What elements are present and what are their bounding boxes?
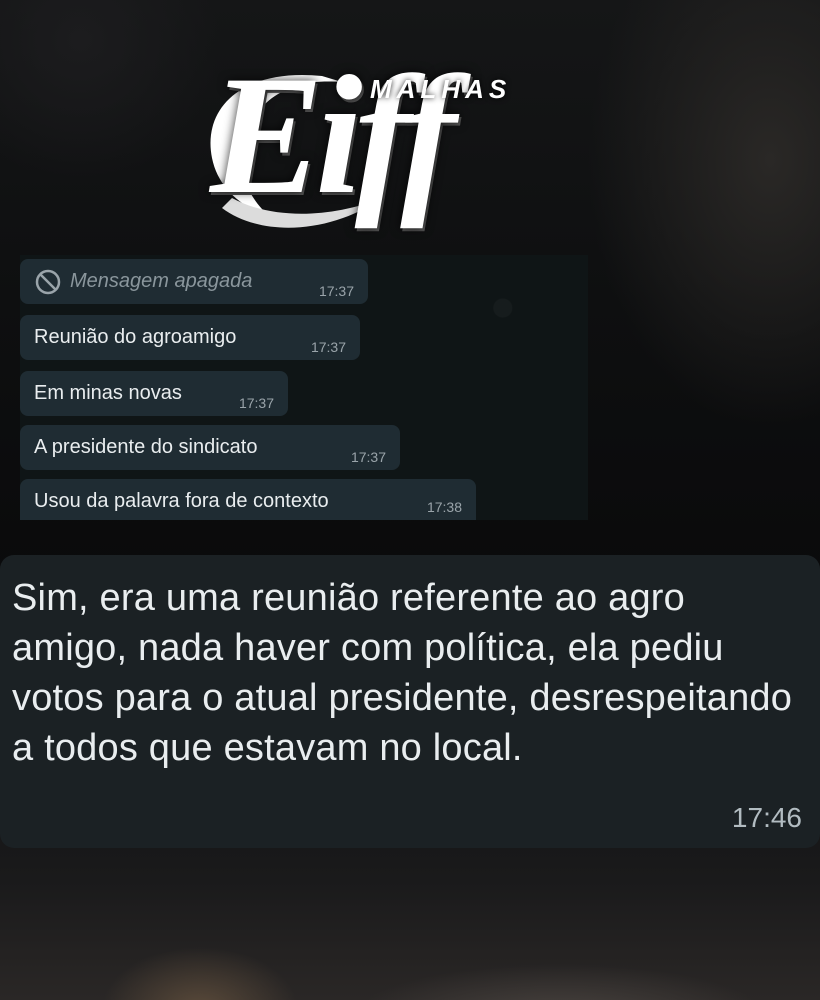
ban-icon — [35, 269, 61, 295]
message-time: 17:37 — [238, 395, 274, 411]
reply-message-text: Sim, era uma reunião referente ao agro a… — [12, 577, 793, 769]
logo-subtitle: MALHAS — [370, 74, 512, 104]
message-bubble[interactable]: Usou da palavra fora de contexto 17:38 — [20, 479, 476, 520]
chat-screenshot: Mensagem apagada 17:37 Reunião do agroam… — [20, 255, 588, 520]
message-time: 17:37 — [350, 449, 386, 465]
brand-logo: Eiff MALHAS — [210, 50, 540, 238]
message-time: 17:37 — [310, 339, 346, 355]
message-text: Reunião do agroamigo — [34, 326, 237, 348]
message-bubble-deleted[interactable]: Mensagem apagada 17:37 — [20, 259, 368, 304]
message-bubble[interactable]: Reunião do agroamigo 17:37 — [20, 315, 360, 360]
message-time: 17:38 — [426, 499, 462, 515]
message-bubble[interactable]: A presidente do sindicato 17:37 — [20, 425, 400, 470]
message-text: Mensagem apagada — [70, 270, 253, 292]
message-text: Em minas novas — [34, 382, 182, 404]
reply-message-time: 17:46 — [731, 802, 802, 833]
reply-message-bubble[interactable]: Sim, era uma reunião referente ao agro a… — [0, 555, 820, 848]
background-photo-blur — [0, 900, 820, 1000]
message-text: A presidente do sindicato — [34, 436, 258, 458]
message-bubble[interactable]: Em minas novas 17:37 — [20, 371, 288, 416]
message-time: 17:37 — [318, 283, 354, 299]
message-text: Usou da palavra fora de contexto — [34, 490, 329, 512]
